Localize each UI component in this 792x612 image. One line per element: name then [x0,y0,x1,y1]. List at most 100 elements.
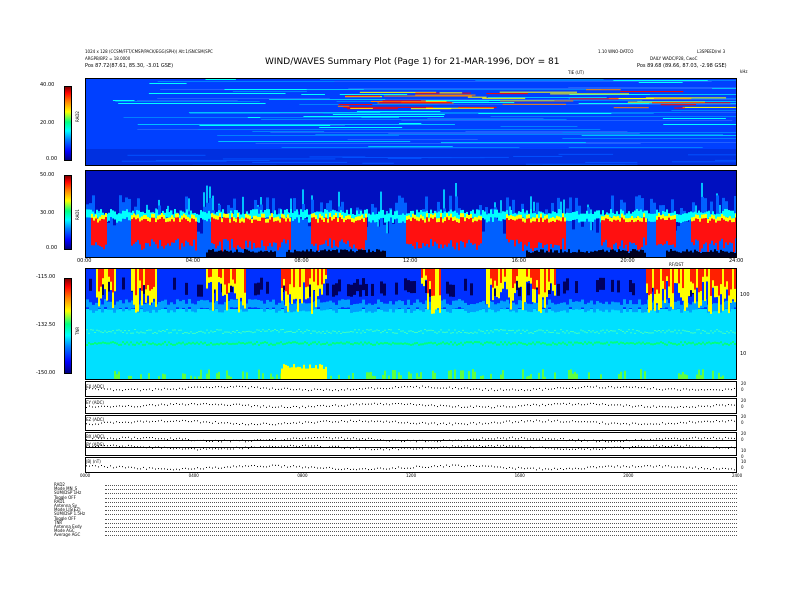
tnr-green-line [600,342,602,345]
tnr-green-line [262,341,264,344]
trace-point [140,406,141,408]
trace-point [677,389,678,391]
trace-point [299,407,300,409]
tnr-yellow [240,269,242,298]
rad1-red [181,219,183,244]
rad1-yellow [635,217,637,222]
trace-point [497,422,498,424]
trace-point [467,424,468,426]
tnr-bottom-green [262,373,264,379]
trace-point [665,465,666,467]
trace-point [614,422,615,424]
tnr-yellow [214,269,216,290]
rad1-dark [630,251,632,257]
rad1-cyan [504,211,506,220]
rad1-dark [554,250,556,257]
tnr-green-line [182,341,184,344]
tnr-mid [326,301,329,310]
rad2-streak [558,153,614,155]
tnr-green-line [142,343,144,346]
tnr-green-line [392,341,394,344]
rad1-dark [374,251,376,257]
rad1-red [97,222,99,246]
trace-point [98,406,99,408]
tnr-red [218,269,220,277]
rad1-dark [696,251,698,257]
rad1-yellow [349,215,351,220]
trace-point [296,466,297,468]
tnr-bottom-green [696,374,698,379]
trace-point [665,423,666,425]
trace-point [395,420,396,422]
trace-point [617,404,618,406]
tnr-line [652,332,654,334]
tnr-green-line [636,342,638,345]
rad1-yellow [223,213,225,218]
trace-point [704,468,705,470]
trace-point [122,390,123,392]
rad1-dark [552,252,554,257]
trace-point [392,421,393,423]
trace-point [269,445,270,447]
trace-point [512,422,513,424]
rad1-yellow [167,217,169,222]
rad1-yellow [506,214,508,219]
tnr-red [317,269,319,286]
tnr-green-line [524,343,526,346]
rad1-cyan [484,211,486,220]
time-tick-label: 20:00 [620,258,635,264]
trace-point [668,388,669,390]
rad2-tick-mid: 20.00 [40,120,55,126]
rad2-streak [149,83,187,84]
tnr-yellow [315,269,317,308]
rad2-hot-streak [467,96,487,98]
trace-point [341,447,342,449]
rad1-yellow [159,214,161,219]
trace-point [695,389,696,391]
trace-point [425,466,426,468]
rad1-dark [638,251,640,257]
rad1-yellow [91,213,93,218]
tnr-line [428,329,430,331]
tnr-bottom-green [576,373,578,379]
tnr-red [716,269,718,286]
tnr-line [192,332,194,334]
rad1-red [105,217,107,245]
trace-point [533,421,534,423]
rad1-yellow [556,215,558,220]
tnr-line [138,332,140,334]
tnr-dark [632,283,635,296]
tnr-green-line [478,341,480,344]
tnr-green-line [254,342,256,345]
tnr-green-line [666,343,668,346]
trace-point [689,406,690,408]
tnr-mid [467,304,470,313]
tnr-line [478,329,480,331]
tnr-mid [86,299,89,308]
tnr-tick-top: -115.00 [36,274,56,280]
rad1-yellow [627,218,629,223]
tnr-line [426,330,428,332]
rad1-yellow [713,215,715,220]
trace-point [428,447,429,449]
tnr-mid [323,302,326,311]
tnr-green-line [688,341,690,344]
tnr-mid [581,299,584,308]
trace-point [683,406,684,408]
trace-point [113,390,114,392]
trace-point [566,421,567,423]
rad2-streak [399,123,422,124]
rad1-yellow [658,213,660,218]
tnr-line [350,331,352,333]
tnr-line [290,330,292,332]
rad1-dark [544,252,546,257]
trace-point [731,389,732,391]
trace-point [92,465,93,467]
trace-point [602,421,603,423]
rad1-dark [624,250,626,257]
rad1-yellow [474,216,476,221]
trace-point [662,445,663,447]
trace-point [722,404,723,406]
tnr-green-line [90,343,92,346]
trace-point [506,445,507,447]
